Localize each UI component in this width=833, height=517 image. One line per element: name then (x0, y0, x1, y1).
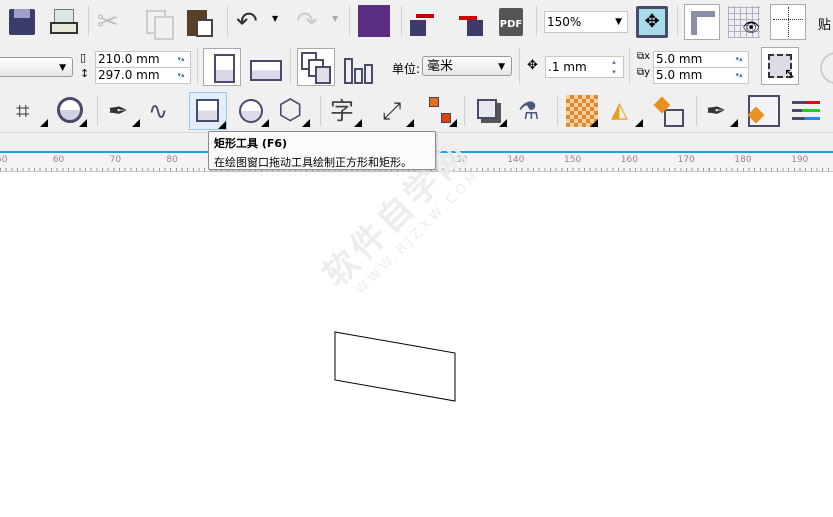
ellipse-tool-icon[interactable] (237, 95, 269, 127)
import-icon[interactable] (410, 6, 442, 38)
portrait-icon[interactable] (203, 48, 241, 86)
copy-icon[interactable] (142, 6, 174, 40)
save-icon[interactable] (6, 6, 38, 38)
show-grid-icon[interactable]: 👁 (728, 6, 760, 38)
duplicate-y-value: 5.0 mm (656, 68, 703, 82)
show-guidelines-icon[interactable] (770, 4, 806, 40)
units-combo[interactable]: 毫米 ▼ (422, 56, 512, 76)
nudge-icon: ✥ (527, 58, 538, 73)
color-eyedropper-tool-icon[interactable] (566, 95, 598, 127)
toolbox: ⌗ ✒ ∿ ⬡ 字 ⤢ ⚗ ◭ ✒ (0, 90, 833, 133)
page-width-input[interactable]: 210.0 mm ▾▴ (95, 51, 191, 68)
page-height-icon: ↕ (80, 67, 90, 80)
smart-fill-tool-icon[interactable] (652, 95, 684, 127)
ruler-tick-label: 80 (166, 155, 178, 165)
spin-buttons[interactable]: ▴ ▾ (605, 57, 623, 77)
publish-pdf-icon[interactable]: PDF (497, 6, 529, 38)
zoom-level-combo[interactable]: 150% ▼ (544, 11, 628, 33)
property-bar: ▼ ▯ ↕ 210.0 mm ▾▴ 297.0 mm ▾▴ 单位: 毫米 ▼ ✥ .1… (0, 42, 833, 91)
page-width-value: 210.0 mm (98, 52, 160, 66)
drawing-canvas[interactable]: 软件自学网 WWW.RJZXW.COM (0, 132, 833, 517)
ruler-tick-label: 140 (507, 155, 525, 165)
spin-buttons[interactable]: ▾▴ (730, 68, 748, 83)
smart-drawing-tool-icon[interactable]: ∿ (148, 95, 180, 127)
dimension-tool-icon[interactable]: ⤢ (382, 95, 414, 127)
treat-as-filled-icon[interactable]: ↖ (761, 47, 799, 85)
object-properties-icon[interactable] (747, 95, 780, 127)
tooltip: 矩形工具 (F6) 在绘图窗口拖动工具绘制正方形和矩形。 (208, 131, 436, 170)
crop-tool-icon[interactable]: ⌗ (16, 95, 48, 127)
redo-icon[interactable]: ↷ (296, 6, 328, 38)
duplicate-x-icon: ⧉x (637, 51, 651, 62)
duplicate-x-value: 5.0 mm (656, 52, 703, 66)
landscape-icon[interactable] (248, 50, 282, 82)
zoom-level-value: 150% (547, 15, 582, 29)
tooltip-title: 矩形工具 (F6) (214, 137, 288, 150)
tooltip-description: 在绘图窗口拖动工具绘制正方形和矩形。 (214, 156, 412, 169)
paste-icon[interactable] (185, 6, 217, 38)
standard-toolbar: ✂ ↶ ▼ ↷ ▼ PDF 150% ▼ ✥ 👁 贴 (0, 0, 833, 43)
chevron-down-icon: ▼ (59, 63, 66, 73)
page-height-input[interactable]: 297.0 mm ▾▴ (95, 67, 191, 84)
cut-icon[interactable]: ✂ (97, 6, 129, 38)
zoom-tool-icon[interactable] (55, 95, 87, 127)
ruler-tick-label: 170 (677, 155, 695, 165)
nudge-distance-input[interactable]: .1 mm ▴ ▾ (545, 56, 624, 78)
corel-connect-icon[interactable] (358, 5, 390, 37)
interactive-fill-tool-icon[interactable]: ◭ (611, 95, 643, 127)
ruler-tick-label: 150 (564, 155, 582, 165)
full-screen-preview-icon[interactable]: ✥ (636, 6, 668, 38)
polygon-tool-icon[interactable]: ⬡ (278, 95, 310, 127)
page-height-value: 297.0 mm (98, 68, 160, 82)
duplicate-y-input[interactable]: 5.0 mm ▾▴ (653, 67, 749, 84)
parallelogram-shape[interactable] (334, 331, 456, 402)
ruler-tick-label: 180 (734, 155, 752, 165)
show-rulers-icon[interactable] (684, 4, 720, 40)
text-tool-icon[interactable]: 字 (330, 95, 362, 127)
zoom-out-icon[interactable] (820, 52, 833, 84)
nudge-value: .1 mm (548, 60, 587, 74)
freehand-tool-icon[interactable]: ✒ (108, 95, 140, 127)
ruler-tick-label: 60 (52, 155, 65, 165)
page-width-icon: ▯ (80, 51, 87, 64)
redo-dropdown[interactable]: ▼ (332, 14, 338, 23)
units-label: 单位: (392, 62, 421, 76)
spin-buttons[interactable]: ▾▴ (172, 68, 190, 83)
chevron-down-icon: ▼ (498, 62, 505, 72)
ruler-tick-label: 50 (0, 155, 8, 165)
current-page-icon[interactable] (342, 50, 376, 84)
all-pages-icon[interactable] (297, 48, 335, 86)
undo-icon[interactable]: ↶ (236, 6, 268, 38)
duplicate-y-icon: ⧉y (637, 67, 651, 78)
export-icon[interactable] (453, 6, 485, 38)
ruler-tick-label: 190 (791, 155, 809, 165)
spin-buttons[interactable]: ▾▴ (730, 52, 748, 67)
outline-pen-icon[interactable]: ✒ (706, 95, 738, 127)
transparency-tool-icon[interactable]: ⚗ (518, 95, 550, 127)
spin-buttons[interactable]: ▾▴ (172, 52, 190, 67)
undo-dropdown[interactable]: ▼ (272, 14, 278, 23)
duplicate-x-input[interactable]: 5.0 mm ▾▴ (653, 51, 749, 68)
object-manager-icon[interactable] (790, 95, 822, 127)
connector-tool-icon[interactable] (425, 95, 457, 127)
print-icon[interactable] (48, 6, 80, 38)
chevron-down-icon: ▼ (615, 17, 622, 27)
page-size-combo[interactable]: ▼ (0, 57, 73, 77)
units-value: 毫米 (427, 59, 454, 74)
ruler-tick-label: 70 (109, 155, 122, 165)
drop-shadow-tool-icon[interactable] (475, 95, 507, 127)
rectangle-tool-button[interactable] (189, 92, 227, 130)
ruler-tick-label: 160 (620, 155, 638, 165)
drawing-svg (334, 331, 456, 402)
snap-to-label[interactable]: 贴 (818, 14, 831, 33)
